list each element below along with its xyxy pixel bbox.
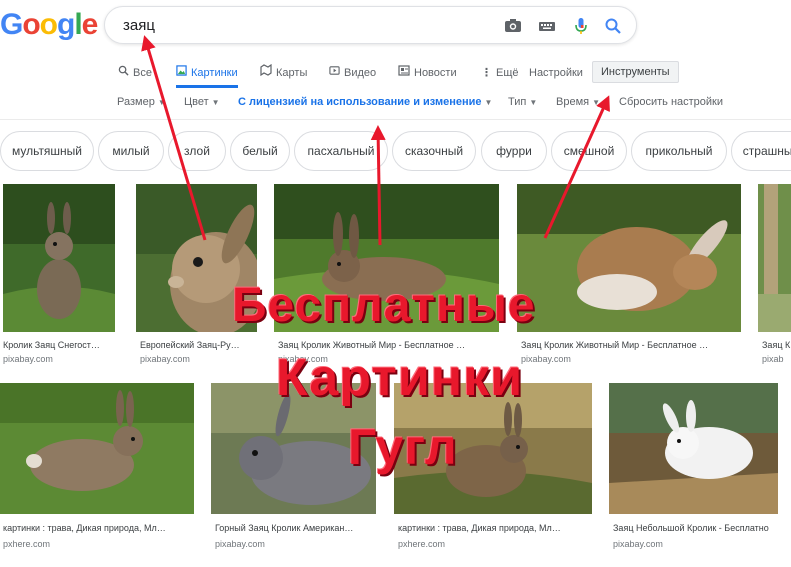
overlay-line-1: Бесплатные: [232, 279, 536, 332]
result-image[interactable]: [0, 383, 194, 514]
tab-label: Картинки: [191, 67, 238, 79]
filter-label: Тип: [508, 96, 527, 108]
search-input[interactable]: заяц: [123, 17, 155, 34]
logo-letter: G: [0, 8, 23, 41]
result-image[interactable]: [517, 184, 741, 332]
result-caption[interactable]: Европейский Заяц-Ру…: [140, 340, 257, 350]
filter-label: Цвет: [184, 96, 209, 108]
filter-label: Сбросить настройки: [619, 96, 724, 108]
tab-label: Ещё: [496, 67, 519, 79]
search-icon[interactable]: [603, 16, 623, 36]
filter-time[interactable]: Время ▼: [556, 93, 600, 112]
filter-label: Время: [556, 96, 590, 108]
tools-button[interactable]: Инструменты: [592, 61, 679, 83]
filter-type[interactable]: Тип ▼: [508, 93, 537, 112]
logo-letter: o: [22, 8, 40, 41]
suggestion-chip[interactable]: фурри: [481, 131, 547, 171]
news-icon: [398, 63, 410, 83]
logo-letter: e: [81, 8, 99, 41]
tab-label: Видео: [344, 67, 377, 79]
overlay-line-3: Гугл: [348, 419, 458, 475]
google-logo[interactable]: Google: [0, 8, 99, 42]
filter-license[interactable]: С лицензией на использование и изменение…: [238, 93, 492, 112]
tab-more[interactable]: ⋮ Ещё: [481, 62, 519, 84]
image-icon: [176, 63, 187, 83]
result-caption[interactable]: Кролик Заяц Снегост…: [3, 340, 115, 350]
more-icon: ⋮: [481, 67, 492, 79]
tab-label: Карты: [276, 67, 308, 79]
camera-icon[interactable]: [503, 16, 523, 36]
filter-color[interactable]: Цвет ▼: [184, 93, 220, 112]
result-caption[interactable]: картинки : трава, Дикая природа, Мл…: [398, 523, 592, 533]
result-source: pxhere.com: [3, 539, 51, 549]
suggestion-chip[interactable]: пасхальный: [294, 131, 388, 171]
video-icon: [329, 63, 340, 83]
logo-letter: g: [57, 8, 75, 41]
result-source: pixabay.com: [521, 354, 571, 364]
suggestion-chip[interactable]: милый: [98, 131, 164, 171]
divider: [0, 119, 791, 120]
tab-label: Настройки: [529, 67, 583, 79]
result-source: pxhere.com: [398, 539, 446, 549]
result-caption[interactable]: Заяц К: [762, 340, 791, 350]
mic-icon[interactable]: [571, 16, 591, 36]
result-caption[interactable]: Горный Заяц Кролик Американ…: [215, 523, 376, 533]
result-source: pixabay.com: [215, 539, 265, 549]
tab-settings[interactable]: Настройки: [529, 62, 583, 84]
caret-down-icon: ▼: [592, 98, 601, 107]
caret-down-icon: ▼: [484, 98, 493, 107]
search-box[interactable]: заяц: [104, 6, 637, 44]
tab-images[interactable]: Картинки: [176, 62, 238, 88]
reset-filters-link[interactable]: Сбросить настройки: [619, 93, 723, 111]
tab-video[interactable]: Видео: [329, 62, 376, 84]
result-image[interactable]: [3, 184, 115, 332]
suggestion-chip[interactable]: сказочный: [392, 131, 476, 171]
suggestion-chip[interactable]: мультяшный: [0, 131, 94, 171]
suggestion-chip[interactable]: прикольный: [631, 131, 727, 171]
tab-news[interactable]: Новости: [398, 62, 457, 84]
result-image[interactable]: [758, 184, 791, 332]
map-icon: [260, 63, 272, 83]
keyboard-icon[interactable]: [537, 16, 557, 36]
result-source: pixabay.com: [613, 539, 663, 549]
caret-down-icon: ▼: [157, 98, 166, 107]
tab-label: Новости: [414, 67, 457, 79]
result-source: pixabay.com: [3, 354, 53, 364]
suggestion-chip[interactable]: злой: [168, 131, 226, 171]
caret-down-icon: ▼: [529, 98, 538, 107]
result-caption[interactable]: Заяц Кролик Животный Мир - Бесплатное …: [521, 340, 741, 350]
suggestion-chip[interactable]: белый: [230, 131, 290, 171]
suggestion-chip[interactable]: страшный: [731, 131, 791, 171]
result-source: pixabay.com: [140, 354, 190, 364]
filter-size[interactable]: Размер ▼: [117, 93, 166, 112]
tab-label: Инструменты: [601, 66, 670, 78]
tab-maps[interactable]: Карты: [260, 62, 307, 84]
result-caption[interactable]: Заяц Небольшой Кролик - Бесплатно: [613, 523, 791, 533]
filter-label: Размер: [117, 96, 155, 108]
tab-label: Все: [133, 67, 152, 79]
suggestion-chip[interactable]: смешной: [551, 131, 627, 171]
logo-letter: l: [74, 8, 82, 41]
result-caption[interactable]: картинки : трава, Дикая природа, Мл…: [3, 523, 194, 533]
search-icon: [118, 63, 129, 83]
filter-label: С лицензией на использование и изменение: [238, 96, 482, 108]
result-source: pixab: [762, 354, 784, 364]
overlay-line-2: Картинки: [276, 349, 524, 407]
result-image[interactable]: [609, 383, 778, 514]
tab-all[interactable]: Все: [118, 62, 152, 84]
logo-letter: o: [39, 8, 58, 41]
caret-down-icon: ▼: [211, 98, 220, 107]
